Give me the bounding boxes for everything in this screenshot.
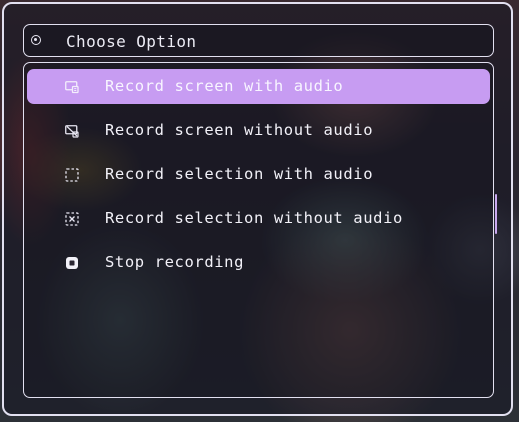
prompt-bar[interactable]: Choose Option	[23, 24, 494, 57]
option-label: Record screen without audio	[105, 121, 374, 139]
prompt-text: Choose Option	[66, 32, 197, 51]
option-record-screen-with-audio[interactable]: Record screen with audio	[27, 69, 490, 104]
scrollbar[interactable]	[495, 194, 497, 234]
screen-audio-icon	[65, 80, 79, 94]
radio-dot-icon	[31, 35, 41, 45]
selection-dashed-icon	[65, 168, 79, 182]
selection-x-icon	[65, 212, 79, 226]
option-record-selection-without-audio[interactable]: Record selection without audio	[27, 201, 490, 236]
option-label: Stop recording	[105, 253, 245, 271]
option-label: Record selection without audio	[105, 209, 403, 227]
screen-muted-icon	[65, 124, 79, 138]
option-label: Record screen with audio	[105, 77, 344, 95]
screen: Choose Option Record screen with audio R…	[0, 0, 519, 422]
stop-icon	[65, 256, 79, 270]
option-record-screen-without-audio[interactable]: Record screen without audio	[27, 113, 490, 148]
option-label: Record selection with audio	[105, 165, 374, 183]
option-record-selection-with-audio[interactable]: Record selection with audio	[27, 157, 490, 192]
option-stop-recording[interactable]: Stop recording	[27, 245, 490, 280]
